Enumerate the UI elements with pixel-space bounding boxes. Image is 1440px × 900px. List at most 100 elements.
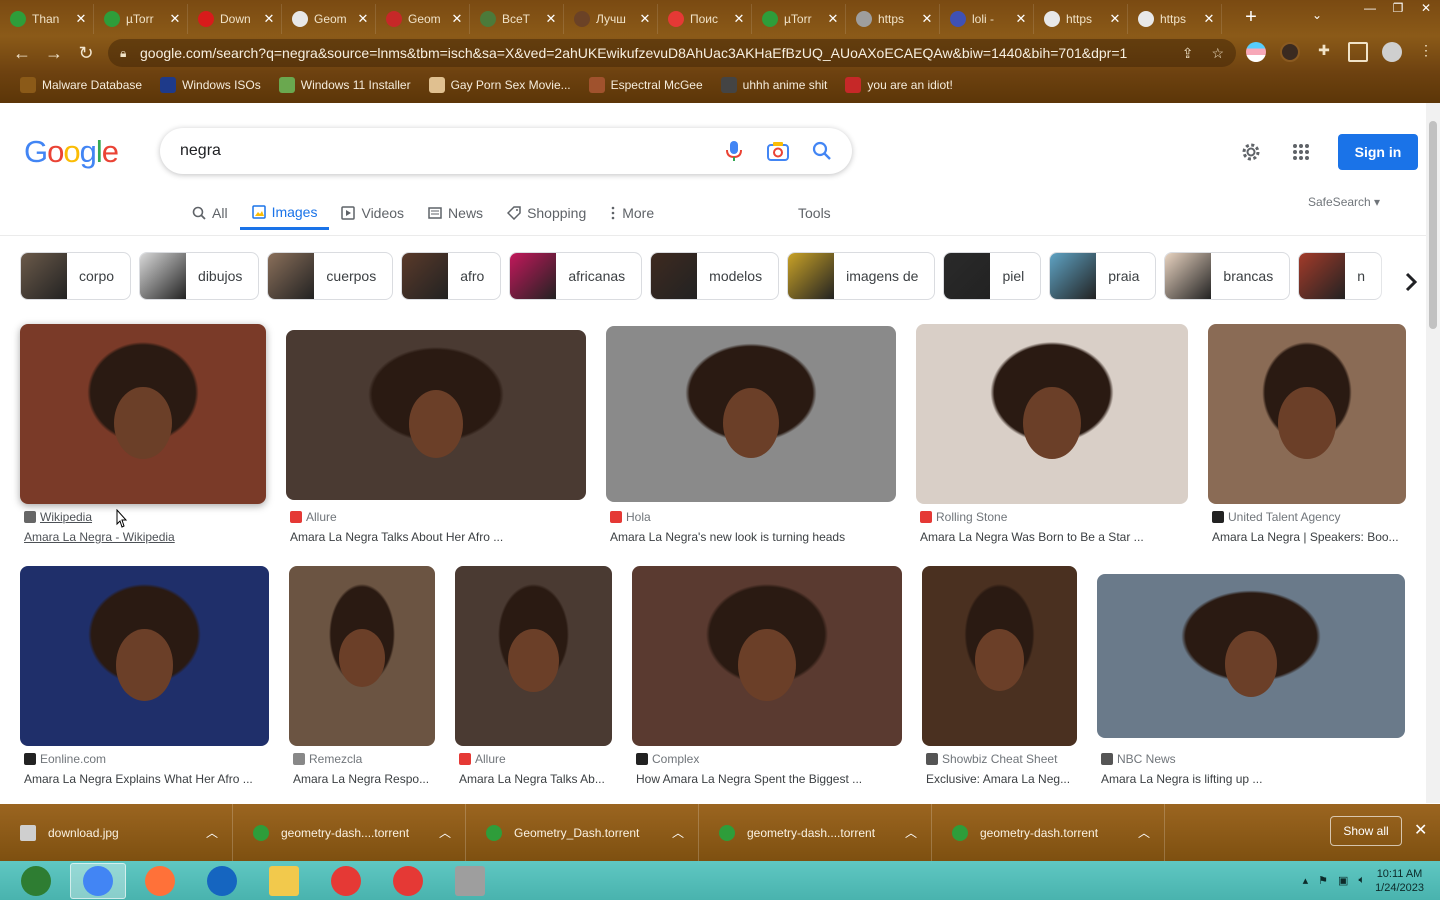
result-image-thumbnail[interactable] xyxy=(20,324,266,504)
tab-close-icon[interactable]: ✕ xyxy=(1203,11,1215,27)
result-image-thumbnail[interactable] xyxy=(922,566,1077,746)
google-logo[interactable]: Google xyxy=(24,134,119,170)
result-source[interactable]: Remezcla xyxy=(293,752,362,766)
chip-modelos[interactable]: modelos xyxy=(650,252,780,300)
result-image-thumbnail[interactable] xyxy=(1208,324,1406,504)
tab-videos[interactable]: Videos xyxy=(329,196,416,230)
result-source[interactable]: Complex xyxy=(636,752,699,766)
close-downloads-icon[interactable]: ✕ xyxy=(1414,820,1427,840)
tab-close-icon[interactable]: ✕ xyxy=(263,11,275,27)
new-tab-icon[interactable]: + xyxy=(1236,6,1266,29)
restore-icon[interactable]: ❐ xyxy=(1384,0,1412,18)
result-source[interactable]: NBC News xyxy=(1101,752,1176,766)
result-source[interactable]: Allure xyxy=(459,752,506,766)
result-source[interactable]: Allure xyxy=(290,510,337,524)
tab-close-icon[interactable]: ✕ xyxy=(1015,11,1027,27)
lock-icon[interactable]: 🔒︎ xyxy=(120,46,140,61)
tab-close-icon[interactable]: ✕ xyxy=(357,11,369,27)
tab-more[interactable]: More xyxy=(598,196,666,230)
yandex-browser-icon[interactable] xyxy=(318,863,374,899)
result-caption[interactable]: Amara La Negra Talks Ab... xyxy=(459,772,605,786)
chip-dibujos[interactable]: dibujos xyxy=(139,252,260,300)
bookmark-star-icon[interactable]: ☆ xyxy=(1211,45,1224,62)
browser-tab[interactable]: https ✕ xyxy=(1128,3,1222,34)
result-image-thumbnail[interactable] xyxy=(20,566,269,746)
result-caption[interactable]: Amara La Negra Respo... xyxy=(293,772,429,786)
action-center-flag-icon[interactable]: ⚑ xyxy=(1318,874,1328,887)
browser-tab[interactable]: Geom ✕ xyxy=(376,3,470,34)
chip-brancas[interactable]: brancas xyxy=(1164,252,1291,300)
chevron-up-icon[interactable]: ︿ xyxy=(672,824,698,841)
side-panel-icon[interactable] xyxy=(1348,42,1368,62)
voice-search-icon[interactable] xyxy=(712,140,756,162)
chrome-icon[interactable] xyxy=(70,862,126,899)
result-image-thumbnail[interactable] xyxy=(606,326,896,502)
download-item[interactable]: download.jpg ︿ xyxy=(0,804,233,861)
result-image-thumbnail[interactable] xyxy=(455,566,612,746)
result-caption[interactable]: Amara La Negra's new look is turning hea… xyxy=(610,530,845,544)
start-orb-icon[interactable] xyxy=(8,863,64,899)
chevron-up-icon[interactable]: ︿ xyxy=(206,824,232,841)
download-item[interactable]: geometry-dash.torrent ︿ xyxy=(932,804,1165,861)
browser-tab[interactable]: µTorr ✕ xyxy=(94,3,188,34)
browser-tab[interactable]: Than ✕ xyxy=(0,3,94,34)
tab-close-icon[interactable]: ✕ xyxy=(733,11,745,27)
tab-shopping[interactable]: Shopping xyxy=(495,196,598,230)
tab-close-icon[interactable]: ✕ xyxy=(1109,11,1121,27)
result-caption[interactable]: Amara La Negra Was Born to Be a Star ... xyxy=(920,530,1144,544)
browser-tab[interactable]: Down ✕ xyxy=(188,3,282,34)
chip-piel[interactable]: piel xyxy=(943,252,1042,300)
tab-close-icon[interactable]: ✕ xyxy=(639,11,651,27)
chevron-up-icon[interactable]: ︿ xyxy=(439,824,465,841)
chip-afro[interactable]: afro xyxy=(401,252,502,300)
chevron-up-icon[interactable]: ︿ xyxy=(905,824,931,841)
chevron-up-icon[interactable]: ︿ xyxy=(1138,824,1164,841)
tab-close-icon[interactable]: ✕ xyxy=(169,11,181,27)
chip-corpo[interactable]: corpo xyxy=(20,252,132,300)
apps-grid-icon[interactable] xyxy=(1286,137,1316,167)
result-source[interactable]: United Talent Agency xyxy=(1212,510,1341,524)
result-source[interactable]: Hola xyxy=(610,510,651,524)
firefox-icon[interactable] xyxy=(132,863,188,899)
bookmark-item[interactable]: Windows ISOs xyxy=(160,77,261,93)
result-source[interactable]: Wikipedia xyxy=(24,510,92,524)
result-source[interactable]: Showbiz Cheat Sheet xyxy=(926,752,1057,766)
result-caption[interactable]: Exclusive: Amara La Neg... xyxy=(926,772,1070,786)
result-caption[interactable]: Amara La Negra Talks About Her Afro ... xyxy=(290,530,503,544)
result-image-thumbnail[interactable] xyxy=(916,324,1188,504)
browser-tab[interactable]: https ✕ xyxy=(1034,3,1128,34)
browser-tab[interactable]: µTorr ✕ xyxy=(752,3,846,34)
puzzle-icon[interactable]: ✚ xyxy=(1314,42,1334,62)
network-icon[interactable]: ▣ xyxy=(1338,874,1348,887)
yandex-icon[interactable] xyxy=(380,863,436,899)
reload-icon[interactable]: ↻ xyxy=(70,43,102,64)
url-text[interactable]: google.com/search?q=negra&source=lnms&tb… xyxy=(140,45,1182,61)
chip-praia[interactable]: praia xyxy=(1049,252,1157,300)
bookmark-item[interactable]: Espectral McGee xyxy=(588,77,703,93)
tab-close-icon[interactable]: ✕ xyxy=(545,11,557,27)
safesearch-dropdown[interactable]: SafeSearch ▾ xyxy=(1308,195,1380,209)
tab-close-icon[interactable]: ✕ xyxy=(921,11,933,27)
result-image-thumbnail[interactable] xyxy=(286,330,586,500)
tab-close-icon[interactable]: ✕ xyxy=(451,11,463,27)
bookmark-item[interactable]: Gay Porn Sex Movie... xyxy=(428,77,571,93)
volume-icon[interactable]: 🔈︎ xyxy=(1358,874,1365,887)
file-explorer-icon[interactable] xyxy=(256,863,312,899)
result-source[interactable]: Eonline.com xyxy=(24,752,106,766)
show-all-downloads-button[interactable]: Show all xyxy=(1330,816,1402,846)
tab-close-icon[interactable]: ✕ xyxy=(827,11,839,27)
bookmark-item[interactable]: you are an idiot! xyxy=(845,77,953,93)
profile-avatar-icon[interactable] xyxy=(1382,42,1402,62)
download-item[interactable]: geometry-dash....torrent ︿ xyxy=(233,804,466,861)
result-image-thumbnail[interactable] xyxy=(1097,574,1405,738)
obama-logo-icon[interactable] xyxy=(194,863,250,899)
taskbar-clock[interactable]: 10:11 AM 1/24/2023 xyxy=(1375,867,1424,895)
omnibox[interactable]: 🔒︎ google.com/search?q=negra&source=lnms… xyxy=(108,39,1236,67)
result-caption[interactable]: Amara La Negra is lifting up ... xyxy=(1101,772,1262,786)
search-submit-icon[interactable] xyxy=(800,141,844,161)
tab-news[interactable]: News xyxy=(416,196,495,230)
browser-tab[interactable]: Лучш ✕ xyxy=(564,3,658,34)
bookmark-item[interactable]: Windows 11 Installer xyxy=(278,77,411,93)
chip-africanas[interactable]: africanas xyxy=(509,252,643,300)
tab-search-icon[interactable]: ⌄ xyxy=(1312,8,1322,22)
